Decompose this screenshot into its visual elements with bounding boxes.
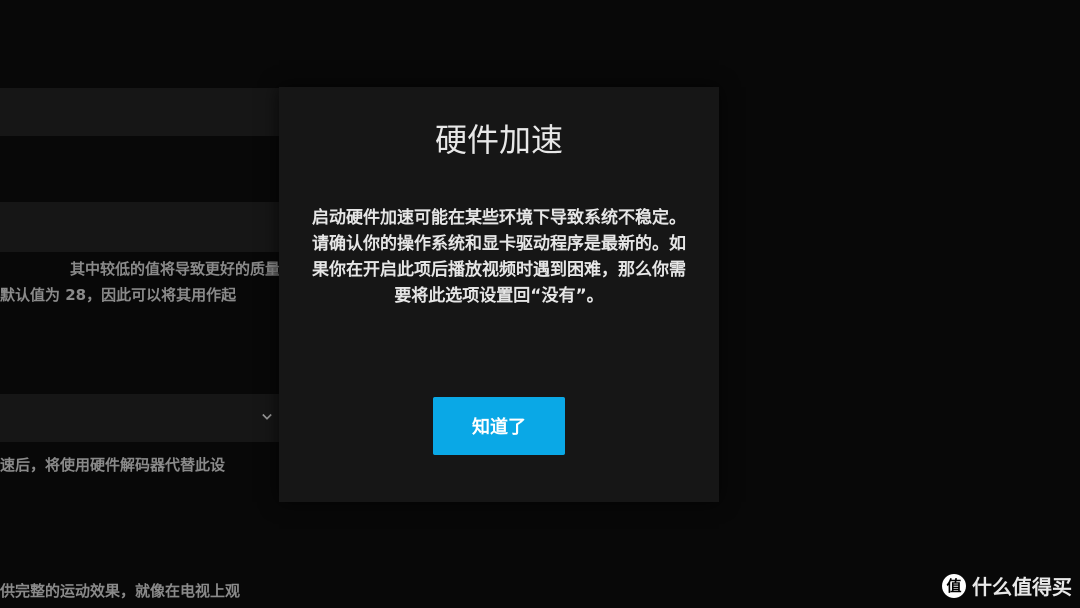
settings-row-1[interactable]: [0, 88, 280, 136]
settings-description-1: 其中较低的值将导致更好的质量: [69, 260, 280, 278]
confirm-button[interactable]: 知道了: [433, 397, 565, 455]
dialog-message: 启动硬件加速可能在某些环境下导致系统不稳定。请确认你的操作系统和显卡驱动程序是最…: [312, 208, 686, 306]
settings-description-2: 默认值为 28，因此可以将其用作起: [0, 286, 237, 304]
watermark: 值 什么值得买: [942, 571, 1072, 600]
settings-description-3: 速后，将使用硬件解码器代替此设: [0, 456, 226, 474]
chevron-down-icon[interactable]: [262, 412, 272, 422]
settings-dropdown-row[interactable]: [0, 394, 280, 442]
settings-row-2[interactable]: [0, 202, 280, 252]
screen: 其中较低的值将导致更好的质量 默认值为 28，因此可以将其用作起 速后，将使用硬…: [0, 0, 1080, 608]
watermark-text: 什么值得买: [972, 575, 1072, 599]
hardware-acceleration-dialog: 硬件加速 启动硬件加速可能在某些环境下导致系统不稳定。请确认你的操作系统和显卡驱…: [279, 87, 719, 502]
dialog-title: 硬件加速: [434, 121, 563, 159]
settings-description-4: 供完整的运动效果，就像在电视上观: [0, 582, 241, 600]
watermark-logo: 值: [942, 573, 966, 598]
